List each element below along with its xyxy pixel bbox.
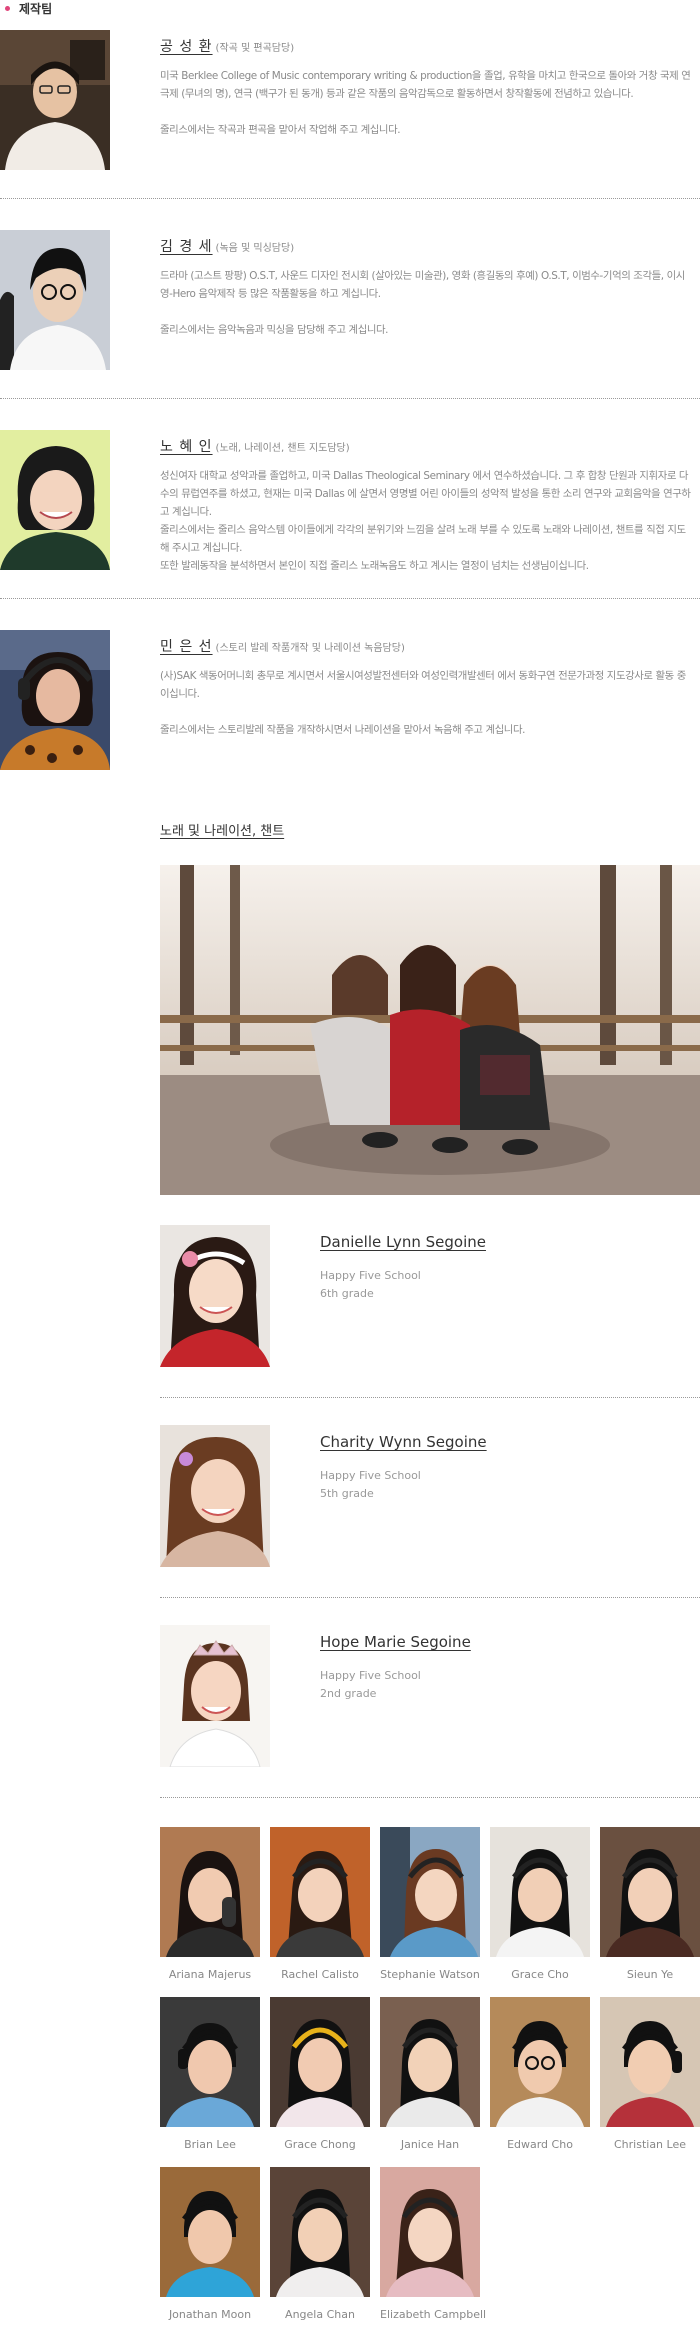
bullet-dot-icon <box>5 5 10 11</box>
divider <box>0 398 700 399</box>
kid-name: Rachel Calisto <box>281 1968 359 1981</box>
singer-name: Hope Marie Segoine <box>320 1633 471 1651</box>
kid-card: Elizabeth Campbell <box>380 2167 487 2321</box>
kid-photo <box>270 2167 370 2297</box>
kid-photo <box>490 1997 590 2127</box>
kid-photo <box>600 1827 700 1957</box>
section-heading: 제작팀 <box>0 0 52 16</box>
staff-role: (녹음 및 믹싱담당) <box>215 243 295 254</box>
kid-card: Ariana Majerus <box>160 1827 260 1981</box>
kid-photo <box>380 1997 480 2127</box>
kid-photo <box>380 1827 480 1957</box>
singer-school: Happy Five School <box>320 1269 421 1282</box>
kid-name: Sieun Ye <box>626 1968 674 1981</box>
singer-grade: 2nd grade <box>320 1687 377 1700</box>
staff-role: (노래, 나레이션, 챈트 지도담당) <box>215 443 350 454</box>
singer-name: Danielle Lynn Segoine <box>320 1233 486 1251</box>
kid-name: Edward Cho <box>507 2138 573 2151</box>
staff-name: 민 은 선 <box>160 639 213 655</box>
kid-name: Brian Lee <box>184 2138 236 2151</box>
kid-photo <box>270 1997 370 2127</box>
kid-card: Sieun Ye <box>600 1827 700 1981</box>
kid-name: Jonathan Moon <box>168 2308 252 2321</box>
featured-singer-2: Charity Wynn Segoine Happy Five School 5… <box>160 1425 700 1567</box>
kid-photo <box>270 1827 370 1957</box>
kid-photo <box>160 1997 260 2127</box>
kid-name: Christian Lee <box>613 2138 686 2151</box>
staff-name: 공 성 환 <box>160 39 213 55</box>
kid-card: Edward Cho <box>490 1997 590 2151</box>
kid-name: Elizabeth Campbell <box>380 2308 487 2321</box>
section-title: 제작팀 <box>19 1 53 16</box>
kid-card: Brian Lee <box>160 1997 260 2151</box>
divider <box>0 598 700 599</box>
kid-name: Grace Cho <box>511 1968 569 1981</box>
kid-photo <box>160 1827 260 1957</box>
staff-note: 줄리스에서는 작곡과 편곡을 맡아서 작업해 주고 계십니다. <box>160 124 401 136</box>
kid-card: Angela Chan <box>270 2167 370 2321</box>
staff-note: 줄리스에서는 스토리발레 작품을 개작하시면서 나레이션을 맡아서 녹음해 주고… <box>160 724 526 736</box>
staff-photo-1 <box>0 30 110 170</box>
staff-photo-2 <box>0 230 110 370</box>
divider <box>0 198 700 199</box>
kid-card: Christian Lee <box>600 1997 700 2151</box>
hero-group-photo <box>160 865 700 1195</box>
staff-name: 노 혜 인 <box>160 439 213 455</box>
singer-photo-1 <box>160 1225 270 1367</box>
kid-name: Stephanie Watson <box>380 1968 480 1981</box>
kid-photo <box>160 2167 260 2297</box>
staff-bio: 미국 Berklee College of Music contemporary… <box>160 70 691 100</box>
staff-name: 김 경 세 <box>160 239 213 255</box>
singer-name: Charity Wynn Segoine <box>320 1433 487 1451</box>
kid-name: Grace Chong <box>284 2138 356 2151</box>
singers-heading: 노래 및 나레이션, 챈트 <box>160 824 285 839</box>
singer-school: Happy Five School <box>320 1669 421 1682</box>
singer-school: Happy Five School <box>320 1469 421 1482</box>
featured-singer-1: Danielle Lynn Segoine Happy Five School … <box>160 1225 700 1367</box>
kid-card: Jonathan Moon <box>160 2167 260 2321</box>
kid-photo <box>380 2167 480 2297</box>
singer-photo-2 <box>160 1425 270 1567</box>
staff-bio: (사)SAK 색동어머니회 총무로 계시면서 서울시여성발전센터와 여성인력개발… <box>160 670 686 700</box>
kid-name: Ariana Majerus <box>168 1968 252 1981</box>
kid-card: Rachel Calisto <box>270 1827 370 1981</box>
staff-bio: 드라마 (고스트 팡팡) O.S.T, 사운드 디자인 전시회 (살아있는 미술… <box>160 270 685 300</box>
staff-note: 줄리스에서는 음악녹음과 믹싱을 담당해 주고 계십니다. <box>160 324 389 336</box>
kid-photo <box>490 1827 590 1957</box>
kid-card: Stephanie Watson <box>380 1827 480 1981</box>
kid-card: Grace Chong <box>270 1997 370 2151</box>
divider <box>160 1797 700 1798</box>
divider <box>160 1597 700 1598</box>
staff-bio: 성신여자 대학교 성악과를 졸업하고, 미국 Dallas Theologica… <box>160 470 691 518</box>
staff-note: 줄리스에서는 줄리스 음악스템 아이들에게 각각의 분위기와 느낌을 살려 노래… <box>160 524 686 554</box>
staff-photo-4 <box>0 630 110 770</box>
kid-card: Janice Han <box>380 1997 480 2151</box>
kid-name: Janice Han <box>400 2138 460 2151</box>
featured-singer-3: Hope Marie Segoine Happy Five School 2nd… <box>160 1625 700 1767</box>
staff-photo-3 <box>0 430 110 570</box>
singer-grade: 5th grade <box>320 1487 374 1500</box>
singer-grade: 6th grade <box>320 1287 374 1300</box>
staff-role: (작곡 및 편곡담당) <box>215 43 295 54</box>
kid-card: Grace Cho <box>490 1827 590 1981</box>
staff-role: (스토리 발레 작품개작 및 나레이션 녹음담당) <box>215 643 405 654</box>
staff-note: 또한 발레동작을 분석하면서 본인이 직접 줄리스 노래녹음도 하고 계시는 열… <box>160 560 589 572</box>
singer-photo-3 <box>160 1625 270 1767</box>
kid-name: Angela Chan <box>285 2308 355 2321</box>
divider <box>160 1397 700 1398</box>
kid-photo <box>600 1997 700 2127</box>
